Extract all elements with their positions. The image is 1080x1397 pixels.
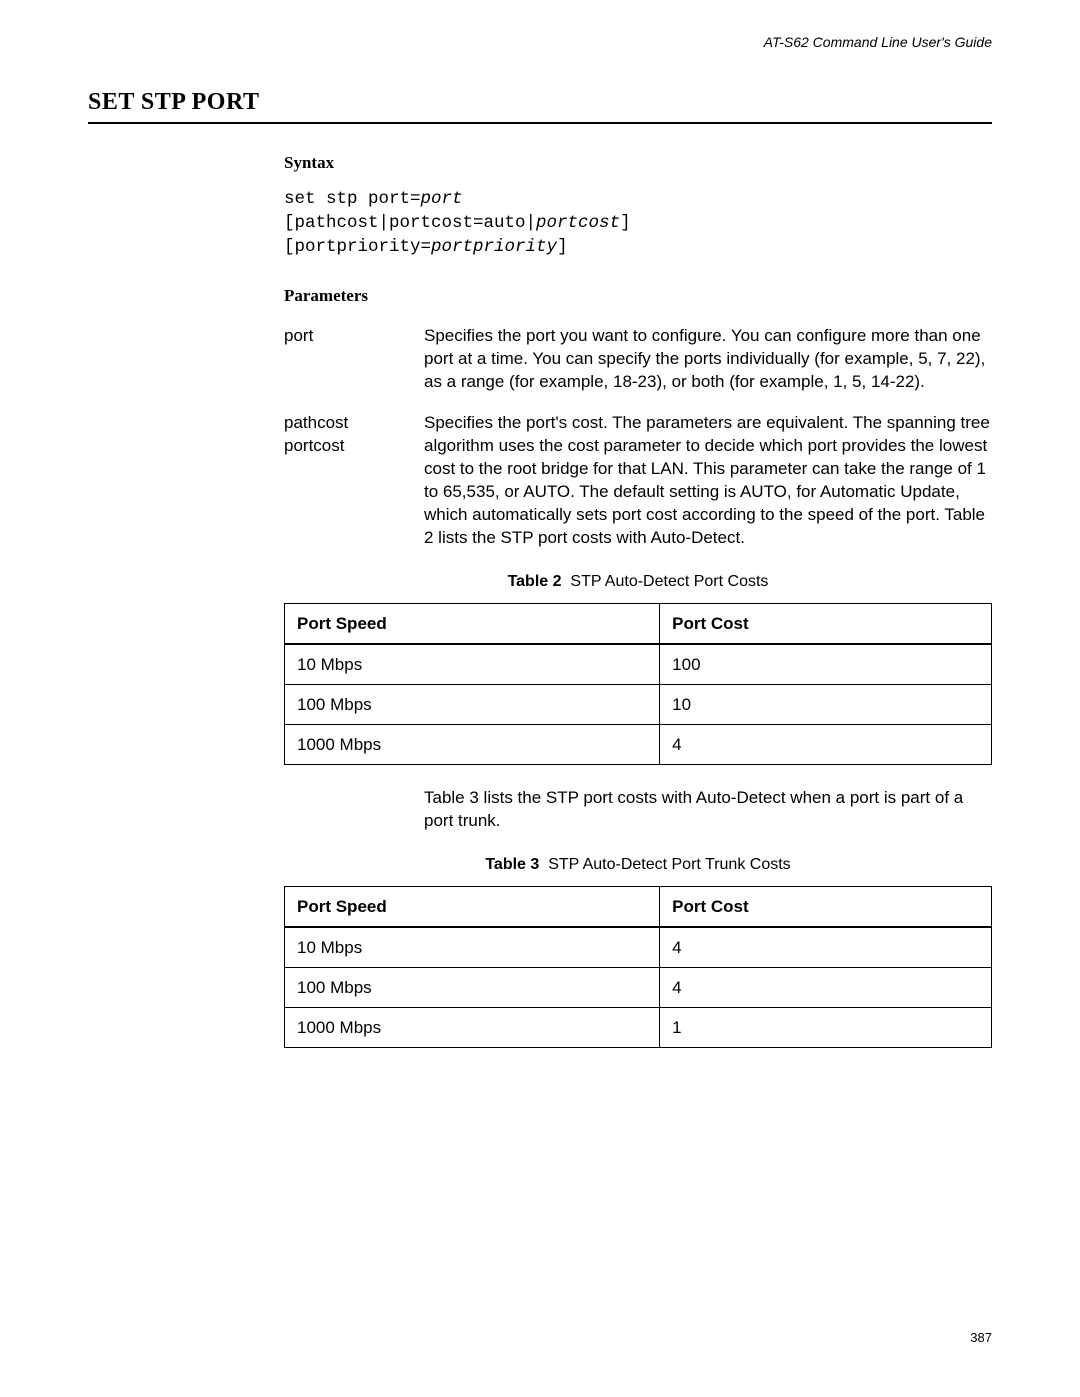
content-area: Syntax set stp port=port [pathcost|portc… <box>284 152 992 1048</box>
param-term: port <box>284 325 424 394</box>
table-row: 100 Mbps 4 <box>285 967 992 1007</box>
table2: Port Speed Port Cost 10 Mbps 100 100 Mbp… <box>284 603 992 765</box>
between-tables-text: Table 3 lists the STP port costs with Au… <box>424 787 992 833</box>
param-desc: Specifies the port's cost. The parameter… <box>424 412 992 550</box>
table-cell: 100 Mbps <box>285 967 660 1007</box>
table-cell: 10 <box>660 684 992 724</box>
table-cell: 4 <box>660 927 992 968</box>
table2-caption-text: STP Auto-Detect Port Costs <box>570 573 768 590</box>
table-row: 100 Mbps 10 <box>285 684 992 724</box>
table-header-row: Port Speed Port Cost <box>285 603 992 644</box>
table-cell: 1000 Mbps <box>285 1008 660 1048</box>
page-number: 387 <box>970 1330 992 1347</box>
table-row: 10 Mbps 100 <box>285 644 992 685</box>
table-header-cell: Port Speed <box>285 603 660 644</box>
table-header-cell: Port Cost <box>660 603 992 644</box>
table3: Port Speed Port Cost 10 Mbps 4 100 Mbps … <box>284 886 992 1048</box>
table-cell: 1 <box>660 1008 992 1048</box>
table-cell: 100 <box>660 644 992 685</box>
table-row: 1000 Mbps 4 <box>285 724 992 764</box>
table2-caption: Table 2 STP Auto-Detect Port Costs <box>284 572 992 593</box>
page: AT-S62 Command Line User's Guide SET STP… <box>0 0 1080 1397</box>
syntax-block: set stp port=port [pathcost|portcost=aut… <box>284 188 992 259</box>
table-header-cell: Port Cost <box>660 886 992 927</box>
table-row: 1000 Mbps 1 <box>285 1008 992 1048</box>
table-cell: 100 Mbps <box>285 684 660 724</box>
table3-caption-text: STP Auto-Detect Port Trunk Costs <box>548 856 790 873</box>
table-header-cell: Port Speed <box>285 886 660 927</box>
syntax-heading: Syntax <box>284 152 992 174</box>
table-cell: 4 <box>660 967 992 1007</box>
running-header: AT-S62 Command Line User's Guide <box>88 33 992 51</box>
section-title: SET STP PORT <box>88 87 992 124</box>
param-term: pathcost portcost <box>284 412 424 550</box>
table-cell: 10 Mbps <box>285 927 660 968</box>
table3-caption: Table 3 STP Auto-Detect Port Trunk Costs <box>284 855 992 876</box>
table-header-row: Port Speed Port Cost <box>285 886 992 927</box>
table-cell: 4 <box>660 724 992 764</box>
param-desc: Specifies the port you want to configure… <box>424 325 992 394</box>
param-row: port Specifies the port you want to conf… <box>284 325 992 394</box>
param-row: pathcost portcost Specifies the port's c… <box>284 412 992 550</box>
table-row: 10 Mbps 4 <box>285 927 992 968</box>
parameters-heading: Parameters <box>284 285 992 307</box>
table-cell: 10 Mbps <box>285 644 660 685</box>
table2-label: Table 2 <box>508 573 562 590</box>
table3-label: Table 3 <box>485 856 539 873</box>
table-cell: 1000 Mbps <box>285 724 660 764</box>
